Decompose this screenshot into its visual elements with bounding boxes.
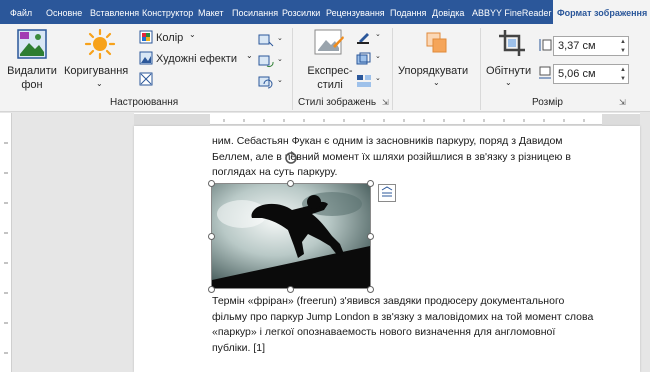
tab-insert[interactable]: Вставлення — [90, 0, 139, 24]
chevron-down-icon: ⌄ — [433, 78, 440, 87]
reset-picture-icon[interactable] — [258, 76, 274, 90]
quick-styles-label-2: стилі — [317, 79, 343, 91]
quick-styles-icon[interactable] — [313, 28, 345, 58]
resize-handle-sw[interactable] — [208, 286, 215, 293]
transparency-icon[interactable] — [139, 72, 153, 86]
height-icon — [539, 39, 552, 51]
dialog-launcher-icon[interactable]: ⇲ — [382, 98, 389, 107]
group-separator — [292, 28, 293, 110]
width-icon — [539, 66, 551, 79]
paragraph-line: Термін «фріран» (freerun) з'явився завдя… — [212, 295, 565, 307]
paragraph-2[interactable]: Термін «фріран» (freerun) з'явився завдя… — [212, 294, 602, 356]
resize-handle-nw[interactable] — [208, 180, 215, 187]
height-up-arrow-icon[interactable]: ▲ — [620, 38, 626, 46]
paragraph-line: публіки. [1] — [212, 341, 266, 354]
sun-icon[interactable] — [84, 28, 116, 60]
paragraph-line: «паркур» і легкої опознаваемость нового … — [212, 326, 556, 338]
tab-mailings[interactable]: Розсилки — [282, 0, 320, 24]
width-value: 5,06 см — [558, 68, 596, 80]
group-separator — [480, 28, 481, 110]
remove-bg-label-1: Видалити — [7, 65, 57, 77]
vertical-ruler — [0, 113, 12, 372]
ribbon: Видалити фон Коригування ⌄ Колір ⌄ Худож… — [0, 24, 650, 112]
chevron-down-icon: ⌄ — [375, 75, 381, 82]
picture-layout-icon[interactable] — [356, 74, 372, 88]
resize-handle-n[interactable] — [287, 180, 294, 187]
resize-handle-e[interactable] — [367, 233, 374, 240]
corrections-button[interactable]: Коригування — [64, 64, 128, 78]
tab-layout[interactable]: Макет — [198, 0, 223, 24]
chevron-down-icon: ⌄ — [96, 79, 103, 88]
group-size-label: Розмір — [532, 97, 563, 108]
tab-references[interactable]: Посилання — [232, 0, 278, 24]
resize-handle-ne[interactable] — [367, 180, 374, 187]
chevron-down-icon: ⌄ — [246, 51, 253, 60]
arrange-icon[interactable] — [424, 30, 450, 56]
paragraph-line: ним. Себастьян Фукан є одним із засновни… — [212, 135, 563, 147]
picture-border-icon[interactable] — [356, 30, 372, 44]
arrange-button[interactable]: Упорядкувати — [398, 64, 468, 78]
dialog-launcher-icon[interactable]: ⇲ — [619, 98, 626, 107]
paragraph-line: Беллем, але в певний момент їх шляхи роз… — [212, 150, 571, 163]
chevron-down-icon: ⌄ — [375, 53, 381, 60]
crop-icon[interactable] — [497, 28, 527, 58]
chevron-down-icon: ⌄ — [277, 77, 283, 84]
width-down-arrow-icon[interactable]: ▼ — [620, 75, 626, 83]
crop-button[interactable]: Обітнути — [486, 64, 531, 78]
horizontal-ruler — [134, 113, 640, 126]
width-up-arrow-icon[interactable]: ▲ — [620, 66, 626, 74]
height-value: 3,37 см — [558, 40, 596, 52]
remove-background-icon[interactable] — [16, 28, 48, 60]
chevron-down-icon: ⌄ — [189, 30, 196, 39]
tab-abbyy[interactable]: ABBYY FineReader 12 — [472, 0, 564, 24]
color-icon[interactable] — [139, 30, 153, 44]
chevron-down-icon: ⌄ — [375, 31, 381, 38]
quick-styles-label-1: Експрес- — [307, 65, 353, 77]
chevron-down-icon: ⌄ — [277, 56, 283, 63]
tab-view[interactable]: Подання — [390, 0, 426, 24]
tab-design[interactable]: Конструктор — [142, 0, 193, 24]
tab-home[interactable]: Основне — [46, 0, 82, 24]
compress-pictures-icon[interactable] — [258, 34, 274, 48]
tab-file[interactable]: Файл — [10, 0, 32, 24]
resize-handle-w[interactable] — [208, 233, 215, 240]
remove-bg-label-2: фон — [21, 79, 43, 91]
group-separator — [392, 28, 393, 110]
height-field[interactable]: 3,37 см ▲ ▼ — [553, 36, 629, 56]
resize-handle-se[interactable] — [367, 286, 374, 293]
resize-handle-s[interactable] — [287, 286, 294, 293]
tab-review[interactable]: Рецензування — [326, 0, 385, 24]
change-picture-icon[interactable] — [258, 55, 274, 69]
ribbon-tab-bar: Файл Основне Вставлення Конструктор Маке… — [0, 0, 650, 24]
chevron-down-icon: ⌄ — [277, 35, 283, 42]
artistic-effects-button[interactable]: Художні ефекти — [156, 52, 237, 66]
remove-background-button[interactable]: Видалити фон — [6, 64, 58, 92]
layout-options-icon[interactable] — [378, 184, 396, 202]
rotate-handle-icon[interactable] — [284, 151, 298, 165]
paragraph-1[interactable]: ним. Себастьян Фукан є одним із засновни… — [212, 134, 602, 181]
chevron-down-icon: ⌄ — [505, 78, 512, 87]
group-styles-label: Стилі зображень — [298, 97, 377, 108]
picture-effects-icon[interactable] — [356, 52, 372, 66]
quick-styles-button[interactable]: Експрес- стилі — [305, 64, 355, 92]
paragraph-line: фільму про паркур Jump London в зв'язку … — [212, 310, 594, 323]
group-adjust-label: Настроювання — [110, 97, 179, 108]
tab-help[interactable]: Довідка — [432, 0, 464, 24]
width-field[interactable]: 5,06 см ▲ ▼ — [553, 64, 629, 84]
color-button[interactable]: Колір — [156, 31, 183, 45]
height-down-arrow-icon[interactable]: ▼ — [620, 47, 626, 55]
tab-picture-format[interactable]: Формат зображення — [553, 0, 650, 24]
paragraph-line: поглядах на суть паркуру. — [212, 166, 338, 178]
picture-selection-frame — [211, 183, 371, 289]
artistic-effects-icon[interactable] — [139, 51, 153, 65]
